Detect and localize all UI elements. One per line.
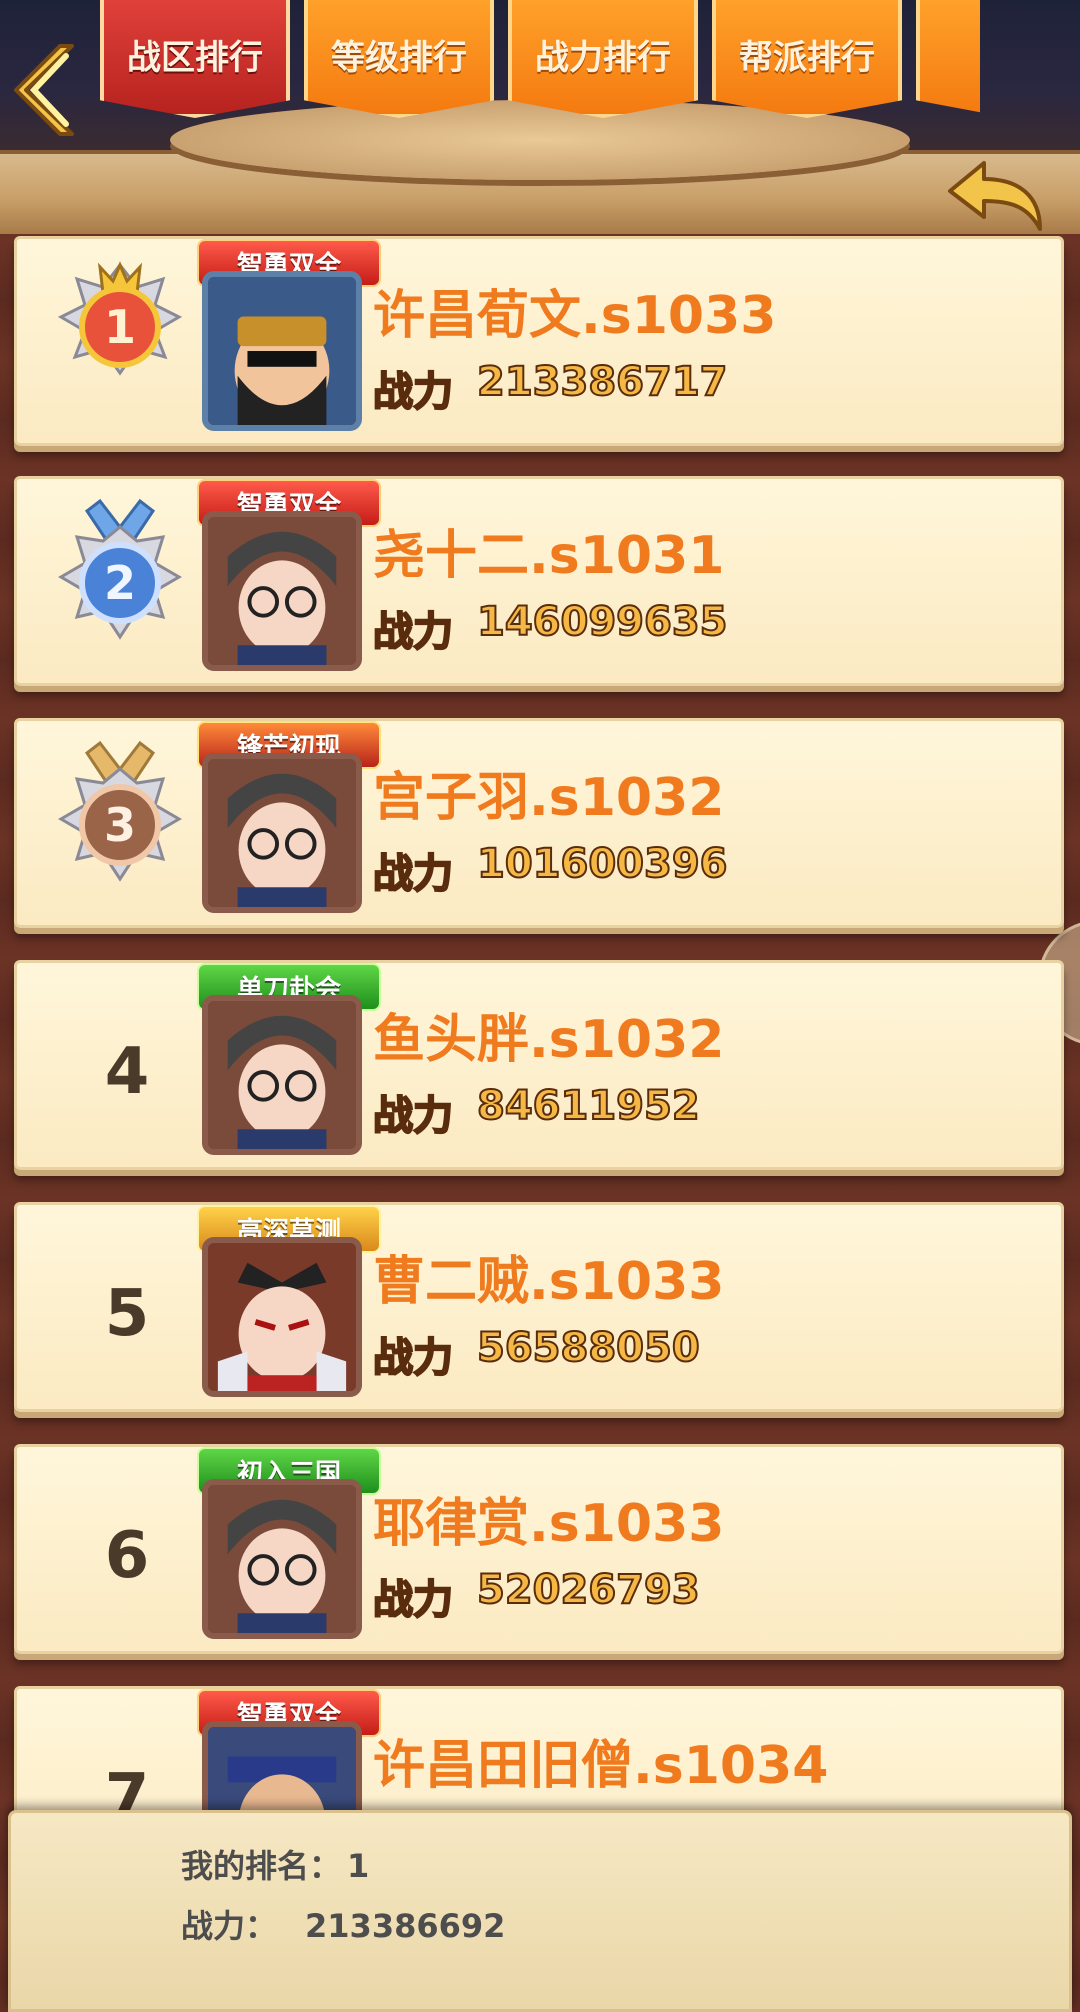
my-power-value: 213386692 [305, 1907, 506, 1945]
player-name: 曹二贼.s1033 [373, 1252, 725, 1312]
ranking-list: 1 智勇双全 许昌荀文.s1033 战力 213386717 2 智勇双全 尧十… [0, 230, 1080, 1896]
avatar [202, 995, 362, 1155]
svg-text:3: 3 [104, 798, 136, 852]
avatar-portrait [208, 277, 356, 425]
avatar [202, 753, 362, 913]
ranking-row[interactable]: 2 智勇双全 尧十二.s1031 战力 146099635 [14, 476, 1064, 686]
ranking-row[interactable]: 1 智勇双全 许昌荀文.s1033 战力 213386717 [14, 236, 1064, 446]
power-value: 101600396 [476, 840, 728, 888]
avatar [202, 271, 362, 431]
player-name: 许昌田旧僧.s1034 [373, 1736, 829, 1796]
avatar-portrait [208, 1485, 356, 1633]
avatar [202, 1479, 362, 1639]
ranking-row[interactable]: 6 初入三国 耶律赏.s1033 战力 52026793 [14, 1444, 1064, 1654]
power-label: 战力 [372, 1092, 454, 1140]
avatar [202, 511, 362, 671]
tab-dungeon-ranking[interactable]: 副 [916, 0, 980, 118]
power-label: 战力 [372, 368, 454, 416]
tab-level-ranking[interactable]: 等级排行 [304, 0, 494, 118]
power-value: 52026793 [476, 1566, 701, 1614]
player-name: 耶律赏.s1033 [373, 1494, 725, 1554]
power-value: 56588050 [476, 1324, 701, 1372]
avatar-portrait [208, 517, 356, 665]
tab-guild-ranking[interactable]: 帮派排行 [712, 0, 902, 118]
avatar-portrait [208, 759, 356, 907]
player-name: 许昌荀文.s1033 [373, 286, 777, 346]
bronze-medal-icon: 3 [58, 740, 182, 882]
power-value: 213386717 [476, 358, 728, 406]
avatar-portrait [208, 1001, 356, 1149]
rank-number: 4 [104, 1035, 150, 1109]
gold-medal-icon: 1 [57, 261, 183, 376]
my-ranking-panel: 我的排名： 1 战力： 213386692 [8, 1810, 1072, 2012]
my-rank-label: 我的排名： [181, 1847, 342, 1885]
ranking-row[interactable]: 4 单刀赴会 鱼头胖.s1032 战力 84611952 [14, 960, 1064, 1170]
power-label: 战力 [372, 1334, 454, 1382]
avatar [202, 1237, 362, 1397]
rank-number: 5 [104, 1277, 150, 1351]
power-label: 战力 [372, 1576, 454, 1624]
svg-text:2: 2 [104, 556, 136, 610]
ranking-row[interactable]: 5 高深莫测 曹二贼.s1033 战力 56588050 [14, 1202, 1064, 1412]
player-name: 尧十二.s1031 [373, 526, 725, 586]
svg-text:1: 1 [104, 300, 136, 354]
player-name: 鱼头胖.s1032 [373, 1010, 725, 1070]
player-name: 宫子羽.s1032 [373, 768, 725, 828]
silver-medal-icon: 2 [58, 498, 182, 640]
rank-number: 6 [104, 1519, 150, 1593]
tab-power-ranking[interactable]: 战力排行 [508, 0, 698, 118]
chevron-left-icon [14, 44, 74, 136]
avatar-portrait [208, 1243, 356, 1391]
tab-zone-ranking[interactable]: 战区排行 [100, 0, 290, 118]
ranking-tabs: 战区排行 等级排行 战力排行 帮派排行 副 [100, 0, 980, 130]
ranking-row[interactable]: 3 锋芒初现 宫子羽.s1032 战力 101600396 [14, 718, 1064, 928]
my-rank: 我的排名： 1 [181, 1841, 369, 1887]
my-rank-value: 1 [347, 1847, 370, 1885]
my-power-label: 战力： [181, 1907, 278, 1945]
back-button[interactable] [12, 40, 84, 140]
power-value: 146099635 [476, 598, 728, 646]
power-label: 战力 [372, 608, 454, 656]
power-label: 战力 [372, 850, 454, 898]
power-value: 84611952 [476, 1082, 701, 1130]
my-power: 战力： 213386692 [181, 1901, 505, 1947]
